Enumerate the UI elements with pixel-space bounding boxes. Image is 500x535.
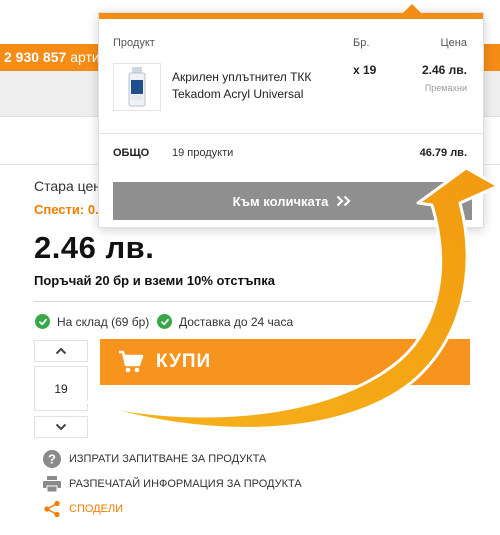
check-circle-icon bbox=[35, 314, 50, 329]
send-inquiry-link[interactable]: ? ИЗПРАТИ ЗАПИТВАНЕ ЗА ПРОДУКТА bbox=[42, 449, 266, 469]
send-inquiry-label: ИЗПРАТИ ЗАПИТВАНЕ ЗА ПРОДУКТА bbox=[69, 453, 267, 465]
sealant-tube-image bbox=[128, 67, 146, 107]
cart-dropdown: Продукт Бр. Цена Акрилен уплътнител ТКК … bbox=[98, 4, 484, 228]
share-link[interactable]: СПОДЕЛИ bbox=[42, 499, 123, 519]
divider bbox=[34, 301, 470, 302]
cart-header-product: Продукт bbox=[113, 37, 155, 49]
cart-item-price: 2.46 лв. bbox=[421, 63, 467, 77]
cart-total-count: 19 продукти bbox=[172, 147, 234, 159]
cart-total-label: ОБЩО bbox=[113, 147, 150, 159]
delivery-status: Доставка до 24 часа bbox=[157, 314, 293, 329]
share-label: СПОДЕЛИ bbox=[69, 503, 124, 515]
question-circle-icon: ? bbox=[42, 449, 62, 469]
cart-dropdown-topline bbox=[99, 13, 483, 19]
cart-item-qty: x 19 bbox=[353, 63, 377, 77]
quantity-input[interactable]: 19 bbox=[34, 366, 88, 411]
quantity-promo: Поръчай 20 бр и вземи 10% отстъпка bbox=[34, 273, 276, 288]
chevron-down-icon bbox=[55, 423, 67, 431]
share-icon bbox=[42, 499, 62, 519]
buy-button[interactable]: КУПИ bbox=[100, 339, 470, 385]
print-info-label: РАЗПЕЧАТАЙ ИНФОРМАЦИЯ ЗА ПРОДУКТА bbox=[69, 478, 302, 490]
cart-total-value: 46.79 лв. bbox=[419, 147, 467, 159]
savings-label: Спести: 0.1 bbox=[34, 202, 106, 217]
delivery-status-text: Доставка до 24 часа bbox=[179, 314, 294, 329]
divider bbox=[99, 133, 483, 134]
quantity-increase-button[interactable] bbox=[34, 340, 88, 362]
chevron-up-icon bbox=[55, 347, 67, 355]
cart-item-remove-link[interactable]: Премахни bbox=[425, 83, 467, 93]
printer-icon bbox=[42, 474, 62, 494]
quantity-decrease-button[interactable] bbox=[34, 416, 88, 438]
cart-item-name[interactable]: Акрилен уплътнител ТКК Tekadom Acryl Uni… bbox=[172, 69, 332, 103]
print-info-link[interactable]: РАЗПЕЧАТАЙ ИНФОРМАЦИЯ ЗА ПРОДУКТА bbox=[42, 474, 302, 494]
stock-status: На склад (69 бр) bbox=[35, 314, 149, 329]
shopping-cart-icon bbox=[119, 350, 144, 373]
product-count: 2 930 857 bbox=[4, 49, 67, 65]
cart-header-price: Цена bbox=[440, 37, 467, 49]
product-price: 2.46 лв. bbox=[34, 230, 155, 265]
stock-status-text: На склад (69 бр) bbox=[57, 314, 150, 329]
cart-header-qty: Бр. bbox=[353, 37, 370, 49]
go-to-cart-button[interactable]: Към количката bbox=[113, 182, 472, 220]
double-chevron-right-icon bbox=[337, 195, 351, 207]
product-count-text: 2 930 857 артик bbox=[4, 49, 106, 65]
svg-text:?: ? bbox=[48, 452, 56, 467]
product-thumbnail[interactable] bbox=[113, 63, 161, 111]
buy-button-label: КУПИ bbox=[156, 351, 212, 372]
check-circle-icon bbox=[157, 314, 172, 329]
go-to-cart-label: Към количката bbox=[232, 193, 329, 209]
